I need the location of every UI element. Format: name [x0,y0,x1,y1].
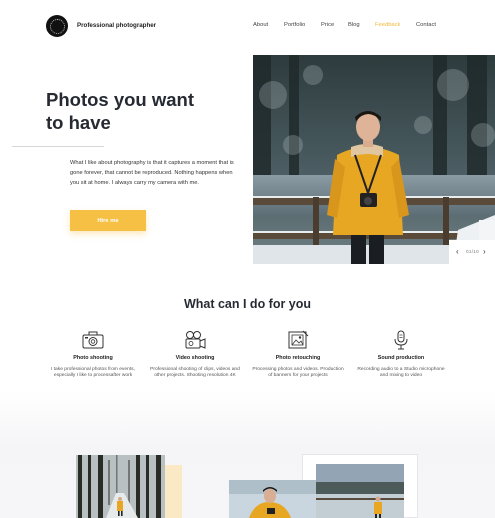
service-desc: Processing photos and videos. Production… [252,367,344,379]
service-photo-shooting: Photo shooting I take professional photo… [43,330,143,380]
chevron-left-icon[interactable]: ‹ [456,247,459,256]
service-desc: Professional shooting of clips, videos a… [150,367,240,379]
hero-text: What I like about photography is that it… [70,160,234,187]
main-nav: About Portfolio Price Blog Feedback Cont… [0,22,495,32]
slider-controls: ‹ 01/10 › [449,240,495,264]
gallery-photo-portrait[interactable] [229,480,316,518]
service-title: Photo shooting [73,355,113,361]
photo-retouch-icon [288,330,309,349]
services-title: What can I do for you [183,297,312,311]
service-video-shooting: Video shooting Professional shooting of … [145,330,245,380]
service-photo-retouching: Photo retouching Processing photos and v… [248,330,348,380]
nav-about[interactable]: About [253,22,268,28]
hero-title-line1: Photos you want [46,89,194,110]
hero-title: Photos you want to have [46,88,246,134]
camera-icon [82,331,104,349]
service-desc: Recording audio to a Studio microphone a… [357,367,445,379]
hero-title-line2: to have [46,112,111,133]
service-title: Sound production [377,355,425,361]
nav-portfolio[interactable]: Portfolio [284,22,305,28]
slider-counter: 01/10 [466,249,479,254]
video-camera-icon [185,331,206,349]
hire-me-button[interactable]: Hire me [70,210,146,231]
nav-blog[interactable]: Blog [348,22,360,28]
gallery-photo-forest[interactable] [76,455,165,518]
gallery-photo-lake[interactable] [316,464,404,518]
divider [12,146,104,147]
service-title: Video shooting [175,355,215,361]
microphone-icon [394,330,408,350]
nav-price[interactable]: Price [321,22,334,28]
nav-contact[interactable]: Contact [416,22,436,28]
hero-photo [253,55,495,264]
nav-feedback[interactable]: Feedback [375,22,400,28]
service-title: Photo retouching [275,355,321,361]
service-desc: I take professional photos from events, … [50,367,135,379]
service-sound-production: Sound production Recording audio to a St… [351,330,451,380]
chevron-right-icon[interactable]: › [483,247,486,256]
